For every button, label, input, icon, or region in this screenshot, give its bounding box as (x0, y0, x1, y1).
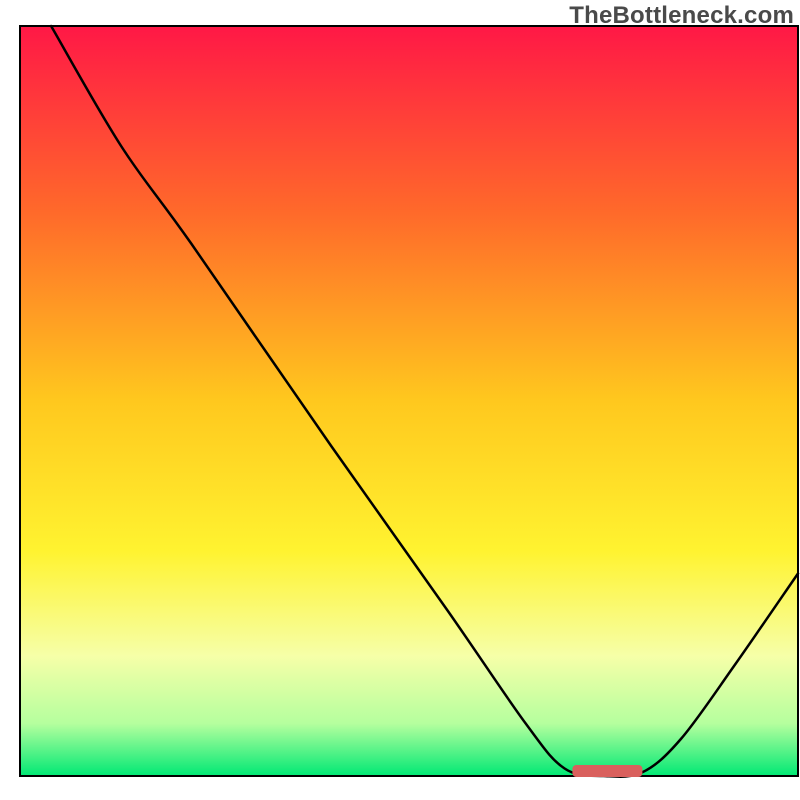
bottleneck-chart (0, 0, 800, 800)
optimum-marker (572, 765, 642, 777)
chart-plot-area (20, 26, 798, 776)
chart-container: { "watermark": "TheBottleneck.com", "cha… (0, 0, 800, 800)
